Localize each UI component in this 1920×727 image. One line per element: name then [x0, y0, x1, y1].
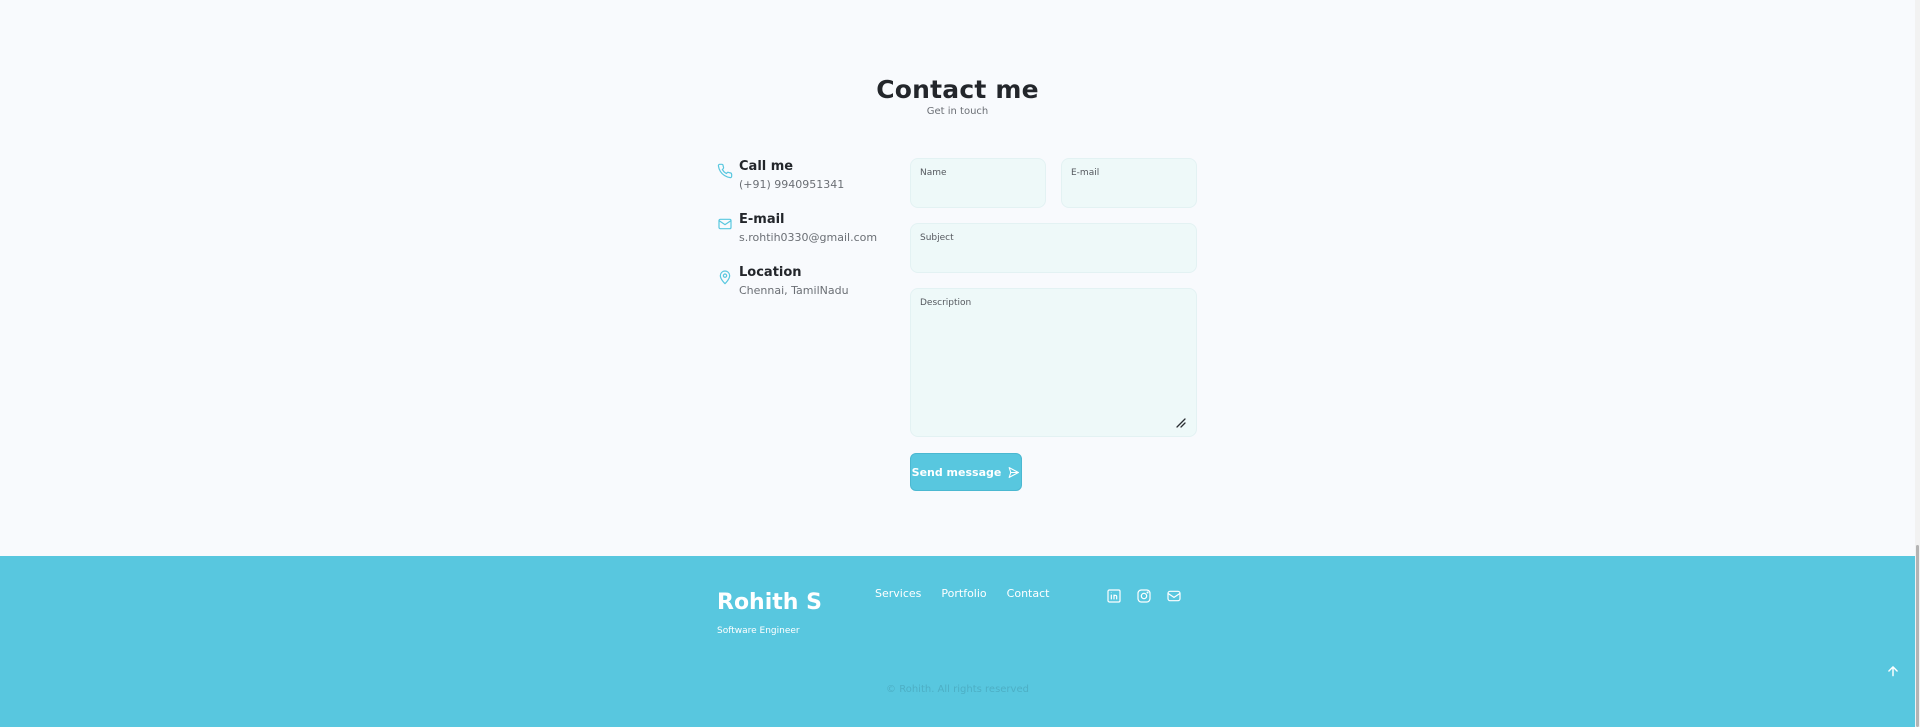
contact-info-phone: Call me (+91) 9940951341: [717, 159, 844, 192]
phone-icon: [717, 163, 733, 179]
subject-label: Subject: [920, 233, 954, 243]
mail-icon: [717, 216, 733, 232]
footer: Rohith S Software Engineer Services Port…: [0, 556, 1915, 727]
contact-info-location: Location Chennai, TamilNadu: [717, 265, 849, 298]
footer-link-services[interactable]: Services: [875, 587, 921, 600]
contact-info-email: E-mail s.rohtih0330@gmail.com: [717, 212, 877, 245]
map-pin-icon: [717, 269, 733, 285]
send-message-label: Send message: [911, 465, 1002, 479]
section-title: Contact me: [876, 75, 1039, 104]
send-icon: [1007, 466, 1020, 479]
info-value: s.rohtih0330@gmail.com: [739, 231, 878, 244]
description-field[interactable]: Description: [910, 288, 1197, 437]
email-field[interactable]: E-mail: [1061, 158, 1197, 208]
info-title: E-mail: [739, 212, 785, 227]
subject-field[interactable]: Subject: [910, 223, 1197, 273]
send-message-button[interactable]: Send message: [910, 453, 1022, 491]
footer-link-portfolio[interactable]: Portfolio: [941, 587, 986, 600]
section-subtitle: Get in touch: [926, 106, 989, 117]
info-title: Location: [739, 265, 802, 280]
footer-link-contact[interactable]: Contact: [1007, 587, 1050, 600]
info-value: Chennai, TamilNadu: [739, 284, 849, 297]
linkedin-icon[interactable]: [1106, 588, 1122, 604]
name-label: Name: [920, 168, 947, 178]
arrow-up-icon[interactable]: [1886, 664, 1900, 678]
footer-social: [1106, 588, 1182, 604]
contact-section: Contact me Get in touch Call me (+91) 99…: [0, 0, 1915, 555]
resize-handle-icon[interactable]: [1176, 418, 1186, 428]
info-title: Call me: [739, 159, 794, 174]
footer-nav: Services Portfolio Contact: [875, 587, 1049, 600]
email-label: E-mail: [1071, 168, 1100, 178]
copyright: © Rohith. All rights reserved: [886, 684, 1029, 695]
footer-brand: Rohith S: [717, 590, 822, 615]
footer-role: Software Engineer: [717, 626, 800, 636]
scrollbar-thumb[interactable]: [1916, 545, 1919, 727]
info-value: (+91) 9940951341: [739, 178, 845, 191]
mail-icon[interactable]: [1166, 588, 1182, 604]
instagram-icon[interactable]: [1136, 588, 1152, 604]
name-field[interactable]: Name: [910, 158, 1046, 208]
description-label: Description: [920, 298, 972, 308]
